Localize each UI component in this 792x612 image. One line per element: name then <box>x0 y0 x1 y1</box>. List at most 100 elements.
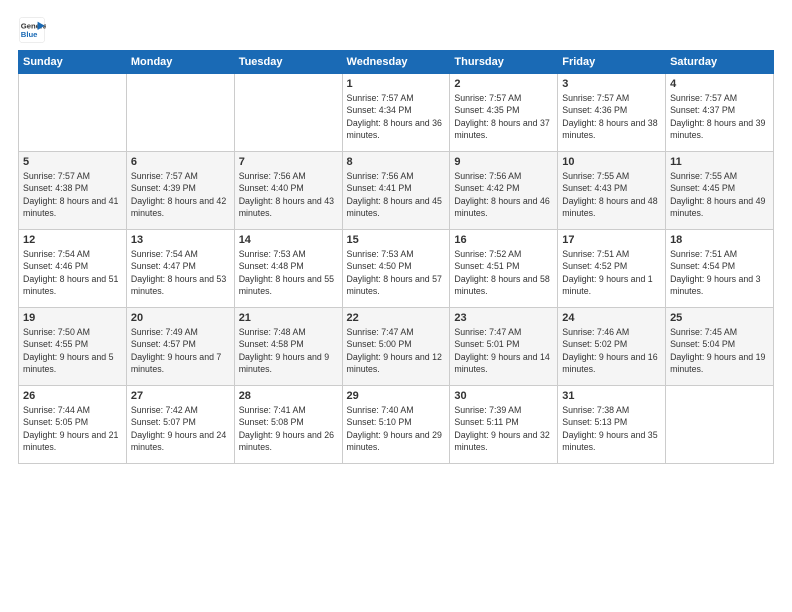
day-number: 25 <box>670 312 769 324</box>
day-info: Sunrise: 7:54 AM Sunset: 4:46 PM Dayligh… <box>23 248 122 297</box>
day-cell: 23 Sunrise: 7:47 AM Sunset: 5:01 PM Dayli… <box>450 308 558 386</box>
day-number: 20 <box>131 312 230 324</box>
header-monday: Monday <box>126 51 234 74</box>
week-row-3: 19 Sunrise: 7:50 AM Sunset: 4:55 PM Dayli… <box>19 308 774 386</box>
day-cell <box>666 386 774 464</box>
week-row-1: 5Sunrise: 7:57 AM Sunset: 4:38 PM Daylig… <box>19 152 774 230</box>
day-cell: 7 Sunrise: 7:56 AM Sunset: 4:40 PM Daylig… <box>234 152 342 230</box>
day-number: 30 <box>454 390 553 402</box>
day-info: Sunrise: 7:44 AM Sunset: 5:05 PM Dayligh… <box>23 404 122 453</box>
day-info: Sunrise: 7:55 AM Sunset: 4:43 PM Dayligh… <box>562 170 661 219</box>
day-info: Sunrise: 7:38 AM Sunset: 5:13 PM Dayligh… <box>562 404 661 453</box>
day-info: Sunrise: 7:53 AM Sunset: 4:48 PM Dayligh… <box>239 248 338 297</box>
header-thursday: Thursday <box>450 51 558 74</box>
day-info: Sunrise: 7:57 AM Sunset: 4:34 PM Dayligh… <box>347 92 446 141</box>
day-info: Sunrise: 7:40 AM Sunset: 5:10 PM Dayligh… <box>347 404 446 453</box>
day-info: Sunrise: 7:52 AM Sunset: 4:51 PM Dayligh… <box>454 248 553 297</box>
day-number: 21 <box>239 312 338 324</box>
day-info: Sunrise: 7:57 AM Sunset: 4:37 PM Dayligh… <box>670 92 769 141</box>
day-cell: 25 Sunrise: 7:45 AM Sunset: 5:04 PM Dayli… <box>666 308 774 386</box>
day-cell: 8 Sunrise: 7:56 AM Sunset: 4:41 PM Daylig… <box>342 152 450 230</box>
day-cell: 1 Sunrise: 7:57 AM Sunset: 4:34 PM Daylig… <box>342 74 450 152</box>
day-info: Sunrise: 7:53 AM Sunset: 4:50 PM Dayligh… <box>347 248 446 297</box>
day-cell: 4 Sunrise: 7:57 AM Sunset: 4:37 PM Daylig… <box>666 74 774 152</box>
day-info: Sunrise: 7:56 AM Sunset: 4:40 PM Dayligh… <box>239 170 338 219</box>
day-number: 9 <box>454 156 553 168</box>
day-number: 5 <box>23 156 122 168</box>
day-number: 16 <box>454 234 553 246</box>
day-cell: 15 Sunrise: 7:53 AM Sunset: 4:50 PM Dayli… <box>342 230 450 308</box>
day-cell: 9 Sunrise: 7:56 AM Sunset: 4:42 PM Daylig… <box>450 152 558 230</box>
svg-text:Blue: Blue <box>21 30 38 39</box>
day-cell: 24Sunrise: 7:46 AM Sunset: 5:02 PM Dayli… <box>558 308 666 386</box>
day-cell: 3Sunrise: 7:57 AM Sunset: 4:36 PM Daylig… <box>558 74 666 152</box>
header-friday: Friday <box>558 51 666 74</box>
header-sunday: Sunday <box>19 51 127 74</box>
day-number: 3 <box>562 78 661 90</box>
day-number: 31 <box>562 390 661 402</box>
day-number: 23 <box>454 312 553 324</box>
calendar-header-row: SundayMondayTuesdayWednesdayThursdayFrid… <box>19 51 774 74</box>
day-number: 22 <box>347 312 446 324</box>
calendar: SundayMondayTuesdayWednesdayThursdayFrid… <box>18 50 774 464</box>
day-cell: 10 Sunrise: 7:55 AM Sunset: 4:43 PM Dayli… <box>558 152 666 230</box>
day-cell: 16 Sunrise: 7:52 AM Sunset: 4:51 PM Dayli… <box>450 230 558 308</box>
day-number: 17 <box>562 234 661 246</box>
day-number: 10 <box>562 156 661 168</box>
day-info: Sunrise: 7:56 AM Sunset: 4:41 PM Dayligh… <box>347 170 446 219</box>
day-number: 6 <box>131 156 230 168</box>
day-info: Sunrise: 7:51 AM Sunset: 4:52 PM Dayligh… <box>562 248 661 297</box>
day-info: Sunrise: 7:39 AM Sunset: 5:11 PM Dayligh… <box>454 404 553 453</box>
day-cell: 27 Sunrise: 7:42 AM Sunset: 5:07 PM Dayli… <box>126 386 234 464</box>
day-info: Sunrise: 7:50 AM Sunset: 4:55 PM Dayligh… <box>23 326 122 375</box>
week-row-0: 1 Sunrise: 7:57 AM Sunset: 4:34 PM Daylig… <box>19 74 774 152</box>
page: General Blue SundayMondayTuesdayWednesda… <box>0 0 792 612</box>
day-info: Sunrise: 7:57 AM Sunset: 4:39 PM Dayligh… <box>131 170 230 219</box>
day-info: Sunrise: 7:51 AM Sunset: 4:54 PM Dayligh… <box>670 248 769 297</box>
day-cell: 14Sunrise: 7:53 AM Sunset: 4:48 PM Dayli… <box>234 230 342 308</box>
day-info: Sunrise: 7:54 AM Sunset: 4:47 PM Dayligh… <box>131 248 230 297</box>
day-number: 2 <box>454 78 553 90</box>
day-number: 26 <box>23 390 122 402</box>
day-number: 15 <box>347 234 446 246</box>
day-number: 11 <box>670 156 769 168</box>
day-cell: 18 Sunrise: 7:51 AM Sunset: 4:54 PM Dayli… <box>666 230 774 308</box>
header-wednesday: Wednesday <box>342 51 450 74</box>
day-cell: 30 Sunrise: 7:39 AM Sunset: 5:11 PM Dayli… <box>450 386 558 464</box>
day-number: 24 <box>562 312 661 324</box>
logo-icon: General Blue <box>18 16 46 44</box>
day-cell: 19 Sunrise: 7:50 AM Sunset: 4:55 PM Dayli… <box>19 308 127 386</box>
day-cell <box>126 74 234 152</box>
day-info: Sunrise: 7:42 AM Sunset: 5:07 PM Dayligh… <box>131 404 230 453</box>
day-cell: 6 Sunrise: 7:57 AM Sunset: 4:39 PM Daylig… <box>126 152 234 230</box>
day-cell: 12 Sunrise: 7:54 AM Sunset: 4:46 PM Dayli… <box>19 230 127 308</box>
day-cell: 5Sunrise: 7:57 AM Sunset: 4:38 PM Daylig… <box>19 152 127 230</box>
day-number: 19 <box>23 312 122 324</box>
week-row-4: 26 Sunrise: 7:44 AM Sunset: 5:05 PM Dayli… <box>19 386 774 464</box>
header: General Blue <box>18 16 774 44</box>
day-cell: 11Sunrise: 7:55 AM Sunset: 4:45 PM Dayli… <box>666 152 774 230</box>
day-info: Sunrise: 7:45 AM Sunset: 5:04 PM Dayligh… <box>670 326 769 375</box>
day-number: 13 <box>131 234 230 246</box>
day-number: 12 <box>23 234 122 246</box>
day-cell: 29 Sunrise: 7:40 AM Sunset: 5:10 PM Dayli… <box>342 386 450 464</box>
day-cell: 17 Sunrise: 7:51 AM Sunset: 4:52 PM Dayli… <box>558 230 666 308</box>
day-cell: 28Sunrise: 7:41 AM Sunset: 5:08 PM Dayli… <box>234 386 342 464</box>
day-info: Sunrise: 7:47 AM Sunset: 5:01 PM Dayligh… <box>454 326 553 375</box>
week-row-2: 12 Sunrise: 7:54 AM Sunset: 4:46 PM Dayli… <box>19 230 774 308</box>
day-number: 4 <box>670 78 769 90</box>
day-number: 1 <box>347 78 446 90</box>
day-cell <box>234 74 342 152</box>
day-number: 8 <box>347 156 446 168</box>
day-number: 29 <box>347 390 446 402</box>
day-number: 27 <box>131 390 230 402</box>
day-cell: 20Sunrise: 7:49 AM Sunset: 4:57 PM Dayli… <box>126 308 234 386</box>
day-number: 18 <box>670 234 769 246</box>
day-info: Sunrise: 7:56 AM Sunset: 4:42 PM Dayligh… <box>454 170 553 219</box>
day-info: Sunrise: 7:47 AM Sunset: 5:00 PM Dayligh… <box>347 326 446 375</box>
day-info: Sunrise: 7:57 AM Sunset: 4:35 PM Dayligh… <box>454 92 553 141</box>
day-cell: 13 Sunrise: 7:54 AM Sunset: 4:47 PM Dayli… <box>126 230 234 308</box>
day-number: 7 <box>239 156 338 168</box>
day-cell: 22 Sunrise: 7:47 AM Sunset: 5:00 PM Dayli… <box>342 308 450 386</box>
header-saturday: Saturday <box>666 51 774 74</box>
